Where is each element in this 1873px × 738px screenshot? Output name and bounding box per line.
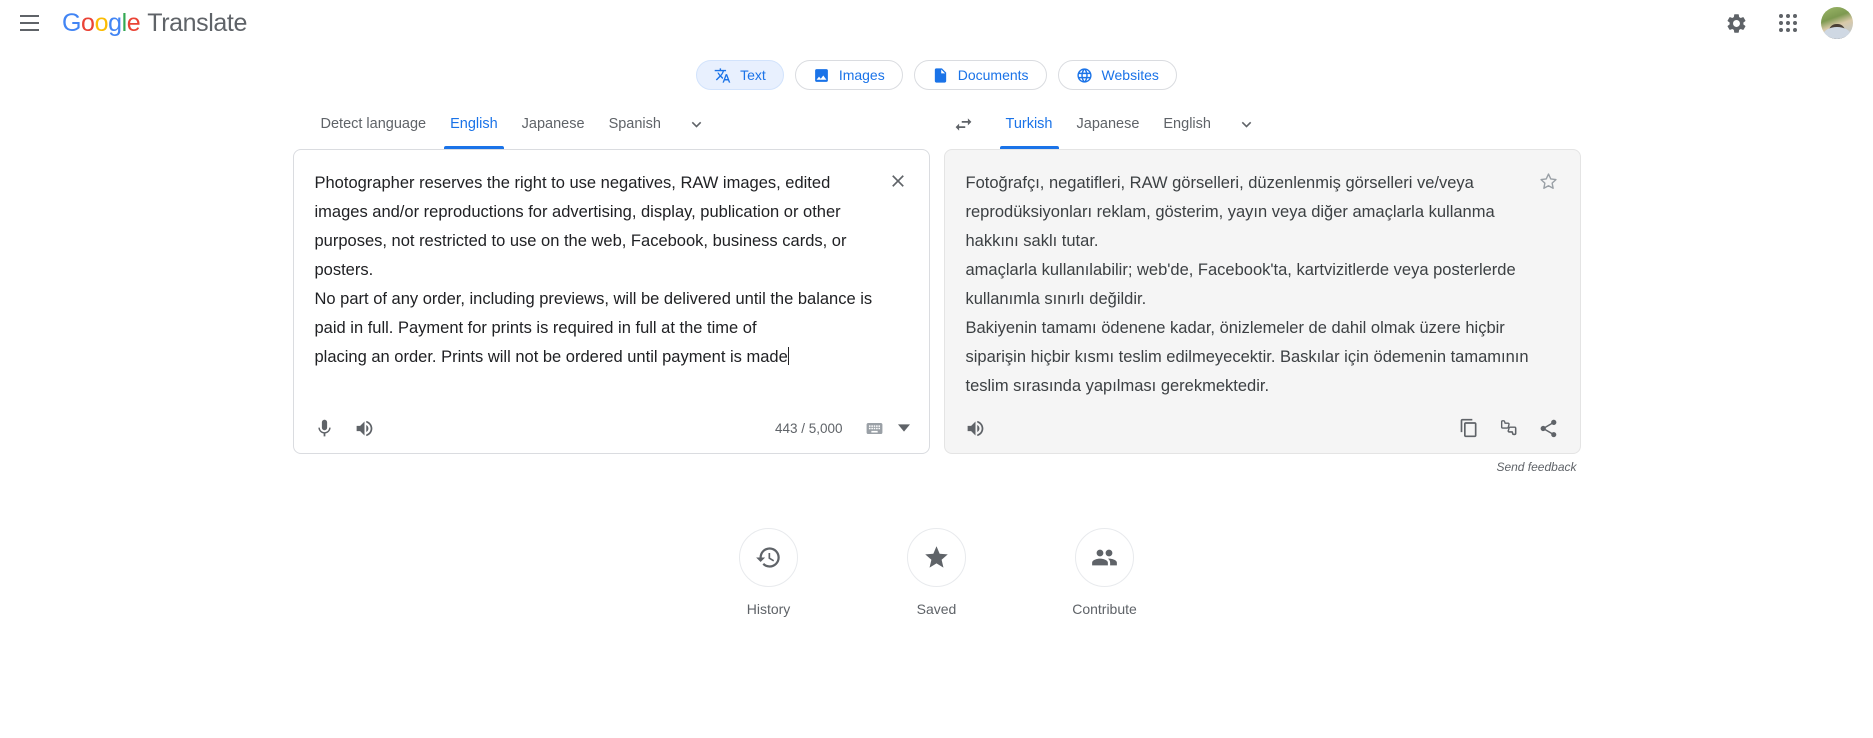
source-lang-spanish[interactable]: Spanish <box>597 106 673 142</box>
target-lang-japanese-label: Japanese <box>1076 116 1140 132</box>
star-outline-icon <box>1540 172 1557 189</box>
source-language-bar: Detect language English Japanese Spanish <box>293 106 930 149</box>
target-lang-english-label: English <box>1163 116 1211 132</box>
clear-source-button[interactable] <box>881 164 915 198</box>
nav-saved-label: Saved <box>916 601 957 617</box>
saved-circle <box>907 528 966 587</box>
tab-images[interactable]: Images <box>794 60 903 90</box>
send-feedback-link[interactable]: Send feedback <box>944 460 1581 474</box>
bottom-navigation: History Saved Contribute <box>0 528 1873 617</box>
history-circle <box>739 528 798 587</box>
mode-tab-bar: Text Images Documents Websites <box>0 60 1873 90</box>
star-filled-icon <box>925 546 948 568</box>
image-icon <box>814 68 828 82</box>
translate-text-icon <box>714 67 731 83</box>
source-text-body[interactable]: Photographer reserves the right to use n… <box>294 150 929 403</box>
source-lang-english[interactable]: English <box>438 106 510 149</box>
tab-websites-label: Websites <box>1101 67 1159 83</box>
google-wordmark: Google <box>62 8 141 37</box>
source-text-panel[interactable]: Photographer reserves the right to use n… <box>292 149 930 454</box>
target-lang-japanese[interactable]: Japanese <box>1065 106 1152 142</box>
nav-history[interactable]: History <box>713 528 825 617</box>
product-name: Translate <box>147 8 247 37</box>
target-footer <box>945 403 1580 453</box>
close-icon <box>891 175 904 187</box>
globe-icon <box>1076 67 1092 83</box>
source-speaker-icon[interactable] <box>346 409 384 447</box>
document-icon <box>934 67 946 83</box>
nav-saved[interactable]: Saved <box>881 528 993 617</box>
header-actions <box>1717 4 1853 42</box>
tab-text[interactable]: Text <box>696 60 784 90</box>
tab-documents[interactable]: Documents <box>913 60 1047 90</box>
copy-icon[interactable] <box>1450 409 1488 447</box>
source-footer: 443 / 5,000 <box>294 403 929 453</box>
apps-grid-icon[interactable] <box>1769 4 1807 42</box>
chevron-down-icon <box>1242 121 1252 128</box>
gear-icon[interactable] <box>1717 4 1755 42</box>
nav-contribute[interactable]: Contribute <box>1049 528 1161 617</box>
user-avatar[interactable] <box>1821 7 1853 39</box>
tab-text-label: Text <box>740 67 766 83</box>
target-speaker-icon[interactable] <box>957 409 995 447</box>
source-lang-detect[interactable]: Detect language <box>309 106 439 142</box>
source-more-languages-button[interactable] <box>679 106 715 142</box>
tab-images-label: Images <box>838 67 885 83</box>
target-more-languages-button[interactable] <box>1229 106 1265 142</box>
tab-websites[interactable]: Websites <box>1057 60 1177 90</box>
caret-down-icon <box>897 424 910 432</box>
source-lang-japanese[interactable]: Japanese <box>510 106 597 142</box>
target-lang-turkish-label: Turkish <box>1005 116 1053 132</box>
target-lang-turkish[interactable]: Turkish <box>994 106 1065 149</box>
source-textarea[interactable]: Photographer reserves the right to use n… <box>315 169 885 372</box>
history-clock-icon <box>756 547 780 568</box>
app-header: Google Translate <box>0 0 1873 46</box>
tab-documents-label: Documents <box>957 67 1029 83</box>
nav-contribute-label: Contribute <box>1072 601 1137 617</box>
source-lang-detect-label: Detect language <box>320 116 427 132</box>
target-text-panel: Fotoğrafçı, negatifleri, RAW görselleri,… <box>943 149 1581 454</box>
keyboard-group <box>859 412 917 444</box>
save-translation-button[interactable] <box>1532 164 1566 198</box>
target-side: Turkish Japanese English Fotoğrafçı, neg… <box>943 106 1581 474</box>
chevron-down-icon <box>692 121 702 128</box>
source-lang-japanese-label: Japanese <box>521 116 585 132</box>
target-language-bar: Turkish Japanese English <box>944 106 1581 149</box>
rate-translation-icon[interactable] <box>1490 409 1528 447</box>
hamburger-menu-icon[interactable] <box>12 6 46 40</box>
translation-output: Fotoğrafçı, negatifleri, RAW görselleri,… <box>965 174 1529 395</box>
target-lang-english[interactable]: English <box>1151 106 1223 142</box>
source-lang-spanish-label: Spanish <box>608 116 661 132</box>
share-icon[interactable] <box>1530 409 1568 447</box>
people-icon <box>1092 549 1117 566</box>
source-lang-english-label: English <box>450 116 498 132</box>
google-translate-logo[interactable]: Google Translate <box>62 9 247 38</box>
character-count: 443 / 5,000 <box>774 420 843 436</box>
keyboard-icon[interactable] <box>859 412 891 444</box>
target-text-body: Fotoğrafçı, negatifleri, RAW görselleri,… <box>945 150 1580 403</box>
keyboard-dropdown-button[interactable] <box>891 412 917 444</box>
source-side: Detect language English Japanese Spanish… <box>292 106 930 474</box>
translate-area: Detect language English Japanese Spanish… <box>0 106 1873 474</box>
swap-languages-button[interactable] <box>946 106 982 142</box>
contribute-circle <box>1075 528 1134 587</box>
nav-history-label: History <box>746 601 791 617</box>
microphone-icon[interactable] <box>306 409 344 447</box>
swap-languages-icon <box>955 117 972 131</box>
